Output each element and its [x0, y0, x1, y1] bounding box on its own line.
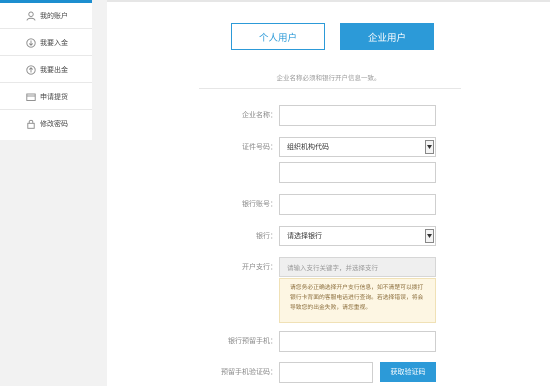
certificate-label: 证件号码：: [242, 143, 277, 151]
form-notice: 企业名称必须和银行开户信息一致。: [276, 74, 381, 82]
phone-label: 银行预留手机：: [228, 337, 277, 345]
company-name-label: 企业名称：: [242, 111, 277, 119]
sidebar-item-label: 我要出金: [40, 65, 68, 74]
lock-icon: [26, 119, 36, 129]
tab-personal-user[interactable]: 个人用户: [231, 23, 325, 50]
sidebar-item-delivery[interactable]: 申请提货: [0, 84, 92, 110]
branch-label: 开户支行：: [242, 263, 277, 271]
deposit-icon: [26, 38, 36, 48]
bank-select[interactable]: 请选择银行: [279, 226, 436, 246]
sidebar-item-my-account[interactable]: 我的账户: [0, 3, 92, 29]
sidebar-item-deposit[interactable]: 我要入金: [0, 30, 92, 56]
certificate-type-value: 组织机构代码: [287, 143, 329, 151]
main-panel: 个人用户 企业用户 企业名称必须和银行开户信息一致。 企业名称： 证件号码： 组…: [107, 0, 550, 386]
sidebar-item-label: 修改密码: [40, 120, 68, 128]
company-name-input[interactable]: [279, 105, 436, 126]
tab-business-user[interactable]: 企业用户: [340, 23, 434, 50]
branch-tip-box: 请您务必正确选择开户支行信息，如不清楚可以拨打银行卡背面的客服电话进行查询。若选…: [279, 278, 436, 323]
branch-placeholder: 请输入支行关键字，并选择支行: [287, 264, 378, 272]
sidebar: 我的账户 我要入金 我要出金 申请提货 修改密码: [0, 0, 92, 140]
withdraw-icon: [26, 65, 36, 75]
certificate-type-select[interactable]: 组织机构代码: [279, 137, 436, 157]
get-code-button[interactable]: 获取验证码: [380, 362, 436, 382]
bank-account-input[interactable]: [279, 194, 436, 215]
sidebar-item-label: 我要入金: [40, 38, 68, 47]
form-divider: [199, 88, 461, 89]
bank-select-value: 请选择银行: [287, 232, 322, 240]
phone-input[interactable]: [279, 331, 436, 352]
branch-input[interactable]: 请输入支行关键字，并选择支行: [279, 257, 436, 277]
bank-account-label: 银行账号：: [242, 200, 277, 208]
top-divider: [107, 0, 550, 2]
certificate-number-input[interactable]: [279, 162, 436, 183]
sidebar-item-label: 我的账户: [40, 11, 68, 20]
user-icon: [26, 11, 36, 21]
delivery-icon: [26, 92, 36, 102]
sidebar-item-change-password[interactable]: 修改密码: [0, 111, 92, 137]
code-label: 预留手机验证码：: [221, 368, 277, 376]
verification-code-input[interactable]: [279, 362, 373, 383]
chevron-down-icon: [425, 140, 434, 154]
chevron-down-icon: [425, 229, 434, 243]
sidebar-item-withdraw[interactable]: 我要出金: [0, 57, 92, 83]
sidebar-item-label: 申请提货: [40, 92, 68, 101]
bank-label: 银行：: [256, 232, 277, 240]
